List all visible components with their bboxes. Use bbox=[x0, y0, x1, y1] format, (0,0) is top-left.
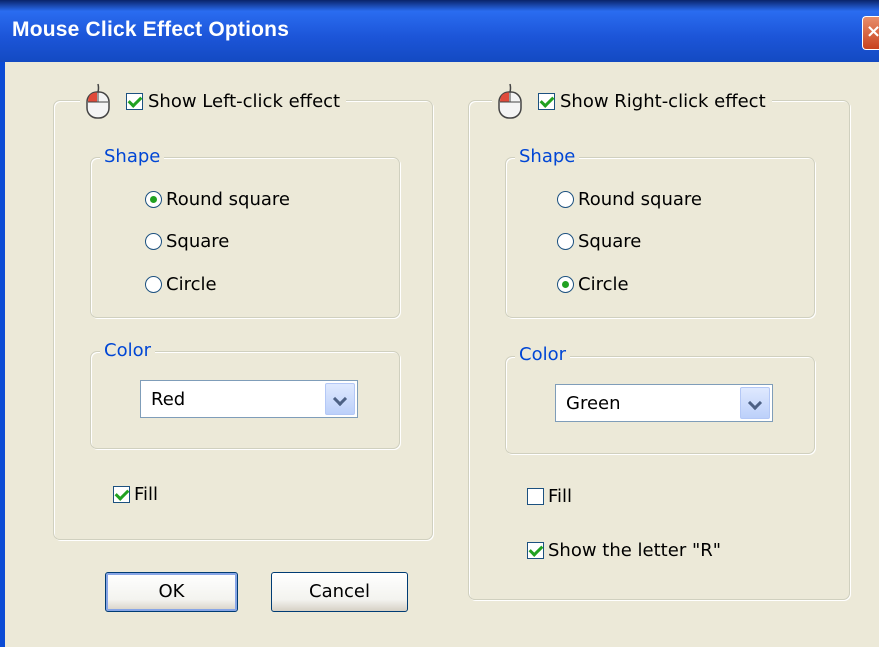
mouse-icon bbox=[86, 83, 110, 119]
close-icon: × bbox=[866, 21, 879, 42]
left-fill-option[interactable]: Fill bbox=[113, 484, 158, 505]
show-right-click-checkbox[interactable] bbox=[538, 92, 555, 110]
show-letter-checkbox[interactable] bbox=[527, 542, 544, 559]
right-show-letter-option[interactable]: Show the letter "R" bbox=[527, 540, 721, 561]
right-color-value: Green bbox=[566, 393, 621, 414]
right-color-dropdown[interactable]: Green bbox=[555, 384, 773, 422]
cancel-button[interactable]: Cancel bbox=[271, 572, 408, 612]
left-shape-circle[interactable]: Circle bbox=[145, 274, 217, 295]
chevron-down-icon[interactable] bbox=[740, 387, 770, 419]
right-shape-square[interactable]: Square bbox=[557, 231, 641, 252]
left-shape-square[interactable]: Square bbox=[145, 231, 229, 252]
radio-button[interactable] bbox=[557, 233, 574, 250]
right-shape-circle[interactable]: Circle bbox=[557, 274, 629, 295]
close-button[interactable]: × bbox=[862, 16, 879, 50]
right-shape-legend: Shape bbox=[515, 146, 580, 167]
mouse-icon bbox=[498, 83, 522, 119]
left-shape-legend: Shape bbox=[100, 146, 165, 167]
chevron-down-icon[interactable] bbox=[325, 383, 355, 415]
radio-button[interactable] bbox=[145, 276, 162, 293]
left-shape-round-square[interactable]: Round square bbox=[145, 189, 290, 210]
title-bar: Mouse Click Effect Options × bbox=[0, 0, 879, 62]
left-shape-group bbox=[90, 157, 400, 318]
ok-button[interactable]: OK bbox=[105, 572, 238, 612]
right-fill-checkbox[interactable] bbox=[527, 488, 544, 505]
show-left-click-checkbox[interactable] bbox=[126, 92, 143, 110]
left-color-value: Red bbox=[151, 389, 186, 410]
window-border bbox=[0, 62, 5, 647]
radio-button[interactable] bbox=[557, 276, 574, 293]
radio-button[interactable] bbox=[145, 233, 162, 250]
right-fill-option[interactable]: Fill bbox=[527, 486, 572, 507]
radio-button[interactable] bbox=[145, 191, 162, 208]
show-left-click-label: Show Left-click effect bbox=[148, 90, 341, 112]
left-click-header: Show Left-click effect bbox=[80, 80, 347, 122]
show-right-click-label: Show Right-click effect bbox=[560, 90, 766, 112]
left-color-legend: Color bbox=[100, 340, 155, 361]
left-color-dropdown[interactable]: Red bbox=[140, 380, 358, 418]
right-color-legend: Color bbox=[515, 344, 570, 365]
right-shape-group bbox=[505, 157, 815, 318]
left-fill-checkbox[interactable] bbox=[113, 486, 130, 503]
right-click-header: Show Right-click effect bbox=[492, 80, 772, 122]
radio-button[interactable] bbox=[557, 191, 574, 208]
window-title: Mouse Click Effect Options bbox=[12, 18, 290, 41]
right-shape-round-square[interactable]: Round square bbox=[557, 189, 702, 210]
